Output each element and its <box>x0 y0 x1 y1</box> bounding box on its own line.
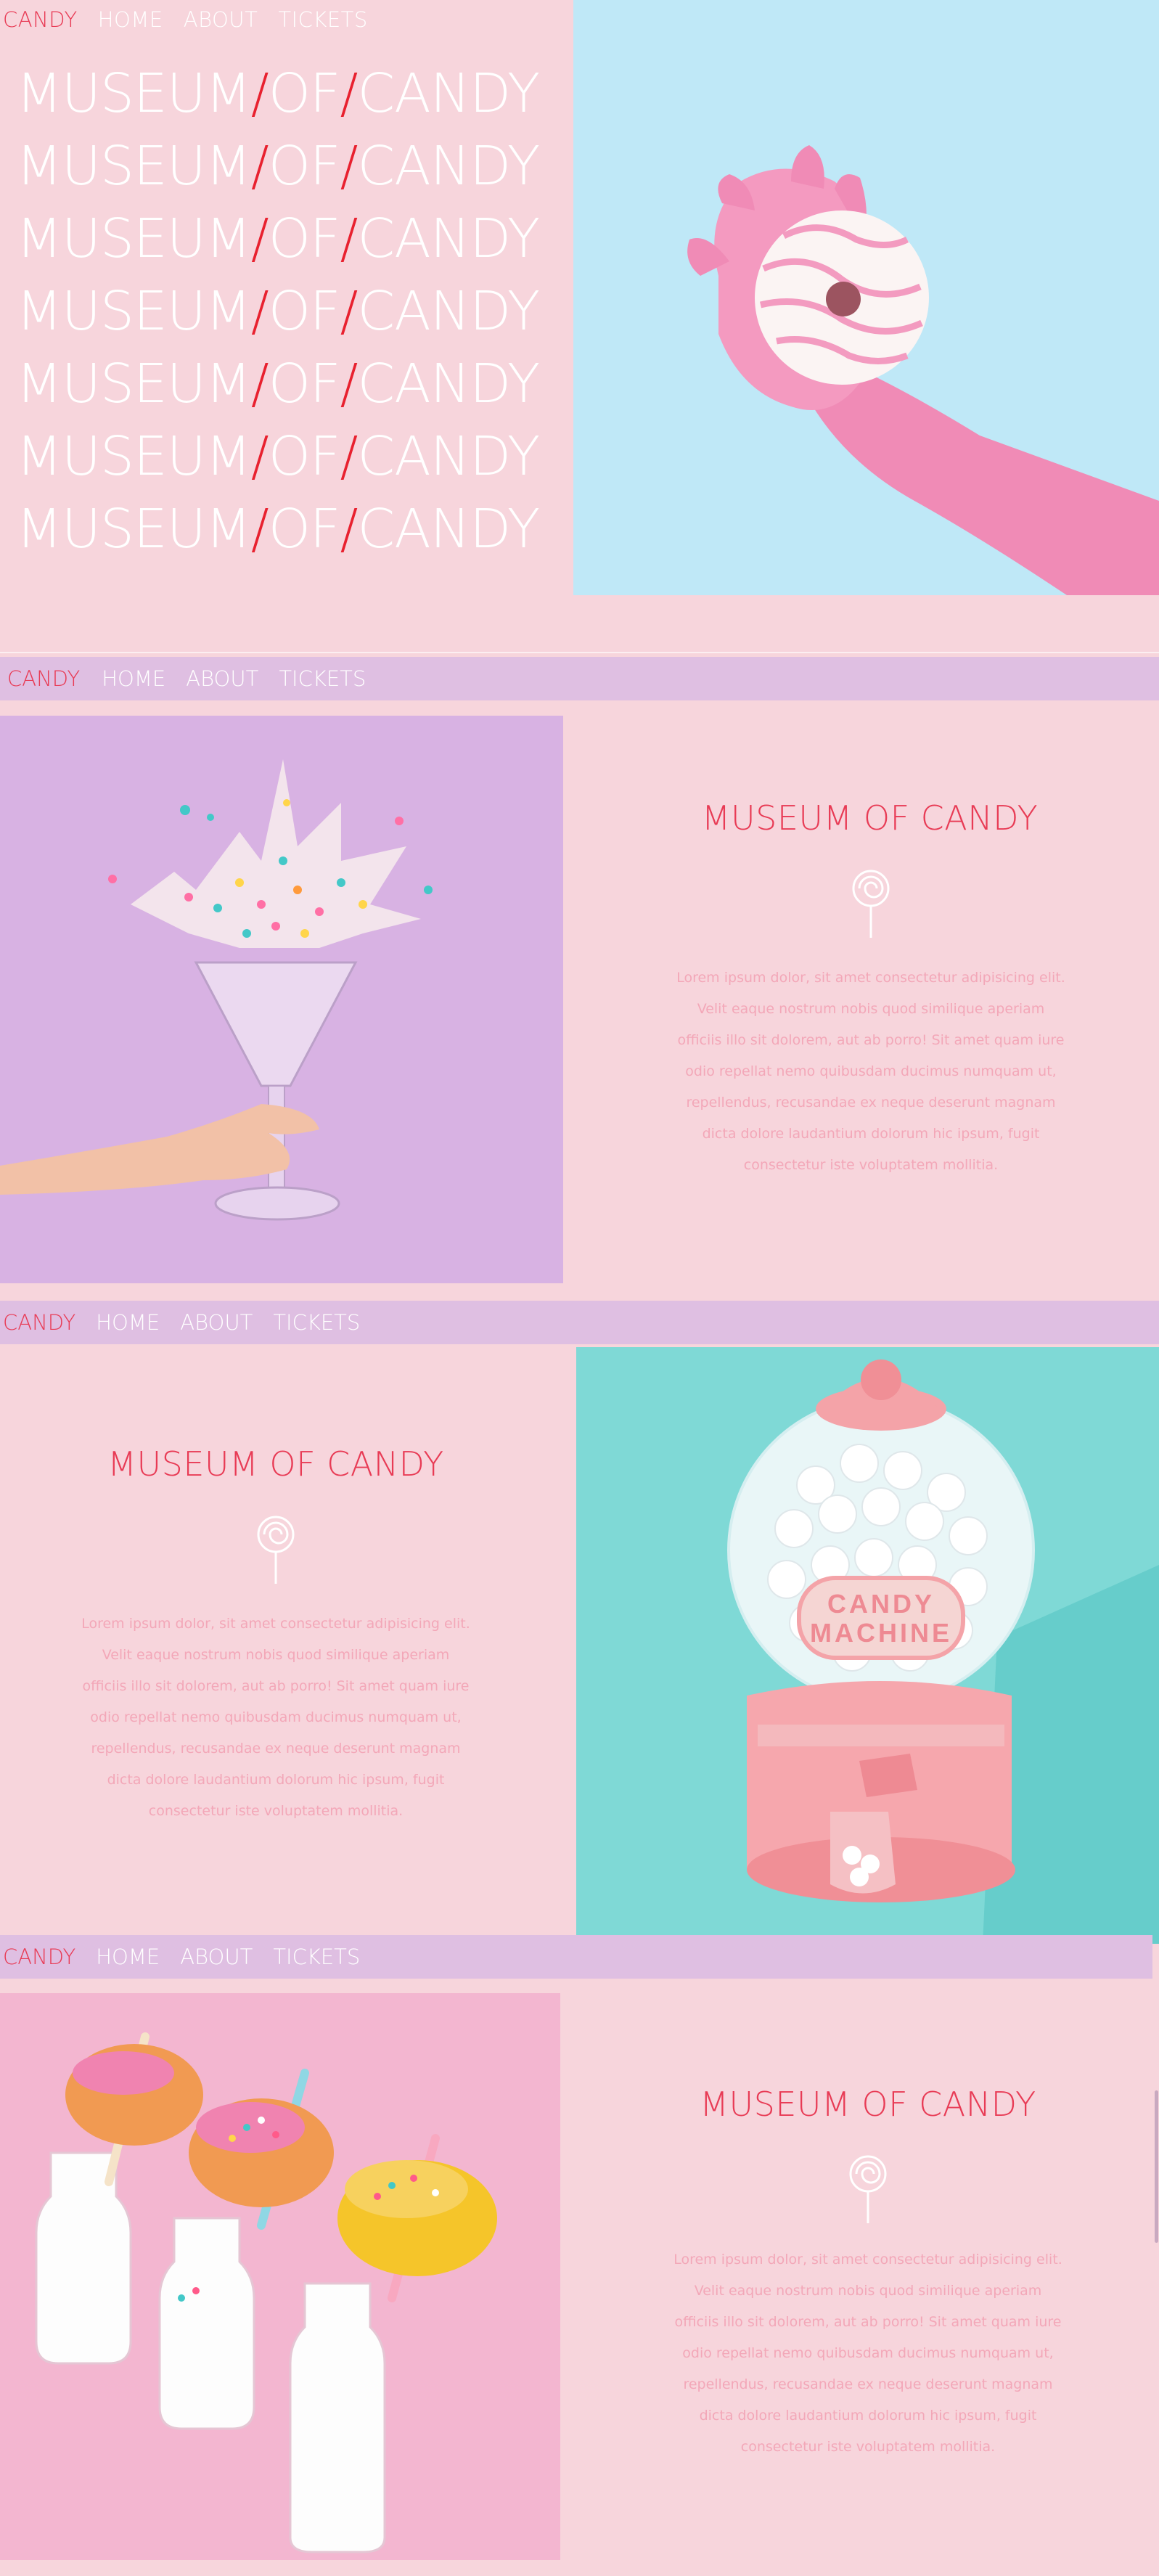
section-3-title: MUSEUM OF CANDY <box>700 2085 1036 2124</box>
hero-line: MUSEUM/OF/CANDY <box>16 135 540 197</box>
section-3-body: Lorem ipsum dolor, sit amet consectetur … <box>673 2252 1062 2455</box>
gumball-label-line2: MACHINE <box>810 1618 952 1648</box>
nav-link-tickets[interactable]: TICKETS <box>273 1310 360 1335</box>
nav-bar-1: CANDY HOME ABOUT TICKETS <box>0 657 1159 700</box>
nav-link-about[interactable]: ABOUT <box>184 7 258 32</box>
sprinkles-cocktail-illustration <box>0 759 433 1221</box>
donut-glove-illustration <box>687 145 1159 595</box>
scrollbar-thumb[interactable] <box>1155 2090 1158 2243</box>
hero-photo-donut-glove <box>573 0 1159 595</box>
nav-link-about[interactable]: ABOUT <box>180 1945 253 1969</box>
nav-brand[interactable]: CANDY <box>7 666 80 691</box>
hero-line: MUSEUM/OF/CANDY <box>16 353 540 415</box>
nav-link-home[interactable]: HOME <box>96 1945 160 1969</box>
nav-link-home[interactable]: HOME <box>102 666 165 691</box>
section-divider <box>0 652 1159 653</box>
section-2-body: Lorem ipsum dolor, sit amet consectetur … <box>81 1616 470 1819</box>
nav-link-home[interactable]: HOME <box>98 7 163 32</box>
nav-link-about[interactable]: ABOUT <box>180 1310 253 1335</box>
section-2-title: MUSEUM OF CANDY <box>107 1444 444 1484</box>
photo-donuts-milk <box>0 1993 560 2560</box>
section-1-title: MUSEUM OF CANDY <box>701 798 1039 838</box>
nav-bar-3: CANDY HOME ABOUT TICKETS <box>0 1935 1152 1979</box>
nav-bar-2: CANDY HOME ABOUT TICKETS <box>0 1301 1159 1344</box>
top-nav: CANDY HOME ABOUT TICKETS <box>0 7 368 32</box>
lollipop-icon <box>852 870 890 938</box>
nav-link-about[interactable]: ABOUT <box>186 666 258 691</box>
lollipop-icon <box>849 2155 887 2223</box>
lollipop-icon <box>257 1516 295 1584</box>
nav-brand[interactable]: CANDY <box>3 7 78 32</box>
nav-link-tickets[interactable]: TICKETS <box>278 7 367 32</box>
photo-sprinkles-cocktail <box>0 716 563 1283</box>
nav-link-tickets[interactable]: TICKETS <box>279 666 366 691</box>
nav-brand[interactable]: CANDY <box>3 1310 75 1335</box>
gumball-label-line1: CANDY <box>827 1589 935 1619</box>
nav-link-tickets[interactable]: TICKETS <box>273 1945 360 1969</box>
photo-gumball-machine: CANDY MACHINE <box>576 1347 1159 1944</box>
nav-brand[interactable]: CANDY <box>3 1945 75 1969</box>
section-1-body: Lorem ipsum dolor, sit amet consectetur … <box>676 970 1065 1173</box>
hero-line: MUSEUM/OF/CANDY <box>16 62 540 125</box>
hero-line: MUSEUM/OF/CANDY <box>16 280 540 343</box>
hero-line: MUSEUM/OF/CANDY <box>16 498 540 560</box>
nav-link-home[interactable]: HOME <box>96 1310 160 1335</box>
hero-line: MUSEUM/OF/CANDY <box>16 425 540 488</box>
hero-line: MUSEUM/OF/CANDY <box>16 208 540 270</box>
